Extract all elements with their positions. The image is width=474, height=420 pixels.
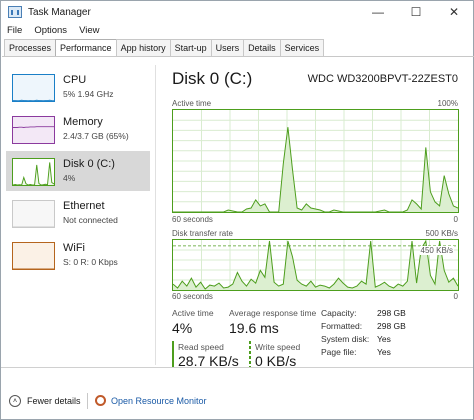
fewer-details-button[interactable]: ˄ Fewer details	[9, 395, 81, 407]
transfer-rate-chart	[173, 240, 458, 290]
chevron-up-icon: ˄	[9, 395, 21, 407]
open-resource-monitor-link[interactable]: Open Resource Monitor	[95, 395, 207, 406]
system-disk-value: Yes	[377, 334, 391, 344]
ethernet-thumbnail-graph	[12, 200, 55, 228]
resource-sidebar: CPU 5% 1.94 GHz Memory 2.4/3.7 GB (65%) …	[2, 57, 152, 368]
sidebar-item-label: Disk 0 (C:)	[63, 158, 115, 170]
sidebar-item-detail: 2.4/3.7 GB (65%)	[63, 131, 129, 141]
footer-separator	[87, 393, 88, 409]
resource-monitor-label: Open Resource Monitor	[111, 395, 207, 406]
active-time-graph-min: 0	[453, 215, 458, 224]
sidebar-item-disk[interactable]: Disk 0 (C:) 4%	[6, 151, 150, 191]
tab-processes[interactable]: Processes	[4, 39, 57, 56]
capacity-label: Capacity:	[321, 308, 357, 318]
avg-response-label: Average response time	[229, 308, 317, 318]
active-time-stat-label: Active time	[172, 308, 214, 318]
disk-title: Disk 0 (C:)	[172, 69, 253, 88]
page-file-label: Page file:	[321, 347, 357, 357]
tab-strip: Processes Performance App history Start-…	[4, 39, 325, 57]
read-speed-label: Read speed	[178, 342, 224, 352]
sidebar-item-label: CPU	[63, 74, 87, 86]
sidebar-item-label: Ethernet	[63, 200, 105, 212]
sidebar-item-memory[interactable]: Memory 2.4/3.7 GB (65%)	[6, 109, 150, 149]
active-time-graph-label: Active time	[172, 99, 212, 108]
close-button[interactable]: ✕	[435, 1, 473, 23]
capacity-value: 298 GB	[377, 308, 406, 318]
cpu-thumbnail-graph	[12, 74, 55, 102]
active-time-stat-value: 4%	[172, 320, 193, 336]
tab-performance[interactable]: Performance	[55, 39, 117, 57]
page-file-value: Yes	[377, 347, 391, 357]
disk-model: WDC WD3200BPVT-22ZEST0	[307, 73, 458, 85]
fewer-details-label: Fewer details	[27, 396, 81, 406]
sidebar-item-label: WiFi	[63, 242, 85, 254]
formatted-value: 298 GB	[377, 321, 406, 331]
menu-options[interactable]: Options	[28, 23, 73, 38]
active-time-graph-span: 60 seconds	[172, 215, 213, 224]
transfer-graph-label: Disk transfer rate	[172, 229, 233, 238]
disk-thumbnail-graph	[12, 158, 55, 186]
sidebar-item-detail: S: 0 R: 0 Kbps	[63, 257, 118, 267]
title-bar: Task Manager — ☐ ✕	[1, 1, 473, 23]
footer-bar: ˄ Fewer details Open Resource Monitor	[1, 367, 473, 419]
minimize-button[interactable]: —	[359, 1, 397, 23]
sidebar-item-detail: 4%	[63, 173, 76, 183]
tab-users[interactable]: Users	[210, 39, 245, 56]
panel-divider	[155, 65, 156, 365]
transfer-graph-min: 0	[453, 292, 458, 301]
performance-panel: CPU 5% 1.94 GHz Memory 2.4/3.7 GB (65%) …	[2, 56, 474, 371]
sidebar-item-detail: 5% 1.94 GHz	[63, 89, 114, 99]
task-manager-window: Task Manager — ☐ ✕ File Options View Pro…	[0, 0, 474, 420]
sidebar-item-wifi[interactable]: WiFi S: 0 R: 0 Kbps	[6, 235, 150, 275]
disk-detail-pane: Disk 0 (C:) WDC WD3200BPVT-22ZEST0 Activ…	[172, 57, 474, 371]
memory-thumbnail-graph	[12, 116, 55, 144]
sidebar-item-detail: Not connected	[63, 215, 118, 225]
transfer-graph-mid: 450 KB/s	[419, 246, 454, 255]
sidebar-item-ethernet[interactable]: Ethernet Not connected	[6, 193, 150, 233]
menu-bar: File Options View	[1, 23, 105, 38]
system-disk-label: System disk:	[321, 334, 370, 344]
resource-monitor-icon	[95, 395, 106, 406]
avg-response-value: 19.6 ms	[229, 320, 279, 336]
maximize-button[interactable]: ☐	[397, 1, 435, 23]
menu-view[interactable]: View	[73, 23, 105, 38]
window-title: Task Manager	[28, 6, 91, 18]
menu-file[interactable]: File	[1, 23, 28, 38]
write-speed-label: Write speed	[255, 342, 301, 352]
tab-details[interactable]: Details	[243, 39, 281, 56]
sidebar-item-cpu[interactable]: CPU 5% 1.94 GHz	[6, 67, 150, 107]
transfer-graph-span: 60 seconds	[172, 292, 213, 301]
wifi-thumbnail-graph	[12, 242, 55, 270]
formatted-label: Formatted:	[321, 321, 363, 331]
window-controls: — ☐ ✕	[359, 1, 473, 23]
thumbnail-area	[13, 126, 54, 143]
active-time-graph	[172, 109, 459, 213]
transfer-rate-graph	[172, 239, 459, 291]
transfer-graph-max: 500 KB/s	[425, 229, 458, 238]
active-time-graph-max: 100%	[437, 99, 458, 108]
thumbnail-line	[13, 162, 54, 185]
task-manager-icon	[8, 6, 22, 18]
tab-services[interactable]: Services	[279, 39, 325, 56]
tab-start-up[interactable]: Start-up	[169, 39, 212, 56]
active-time-chart	[173, 110, 458, 212]
tab-app-history[interactable]: App history	[115, 39, 171, 56]
sidebar-item-label: Memory	[63, 116, 103, 128]
